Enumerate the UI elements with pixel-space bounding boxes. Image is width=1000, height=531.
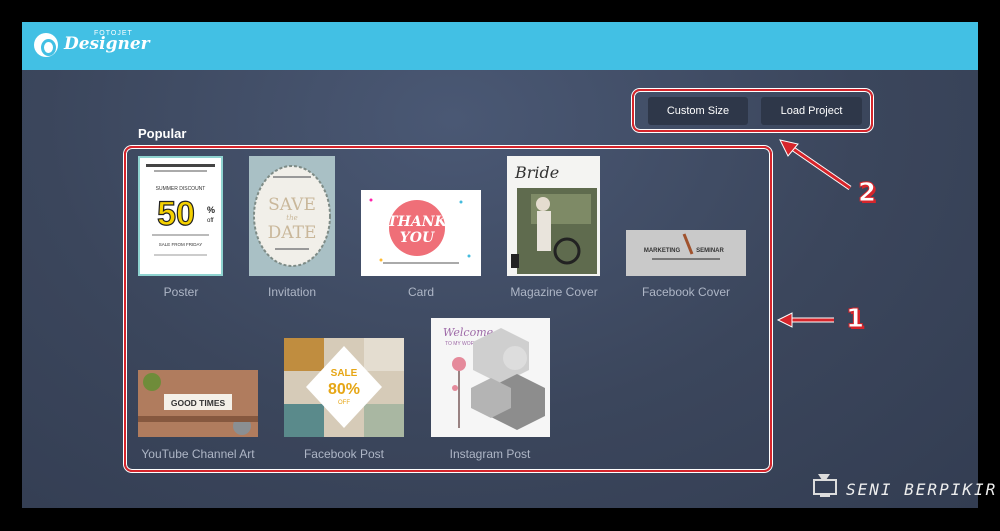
annotation-arrow-1 [776, 312, 834, 328]
watermark-text: SENI BERPIKIR [846, 480, 998, 499]
watermark-computer-icon [813, 474, 837, 497]
fotojet-logo-icon [34, 33, 58, 57]
annotation-number-1: 1 [845, 304, 865, 335]
logo-title: Designer [64, 34, 150, 54]
highlight-box-templates [124, 146, 772, 472]
annotation-number-2: 2 [857, 178, 877, 209]
top-bar: FOTOJET Designer [22, 22, 978, 70]
annotation-arrow-2 [779, 139, 852, 191]
highlight-box-toolbar [632, 89, 873, 132]
section-title: Popular [138, 126, 187, 141]
